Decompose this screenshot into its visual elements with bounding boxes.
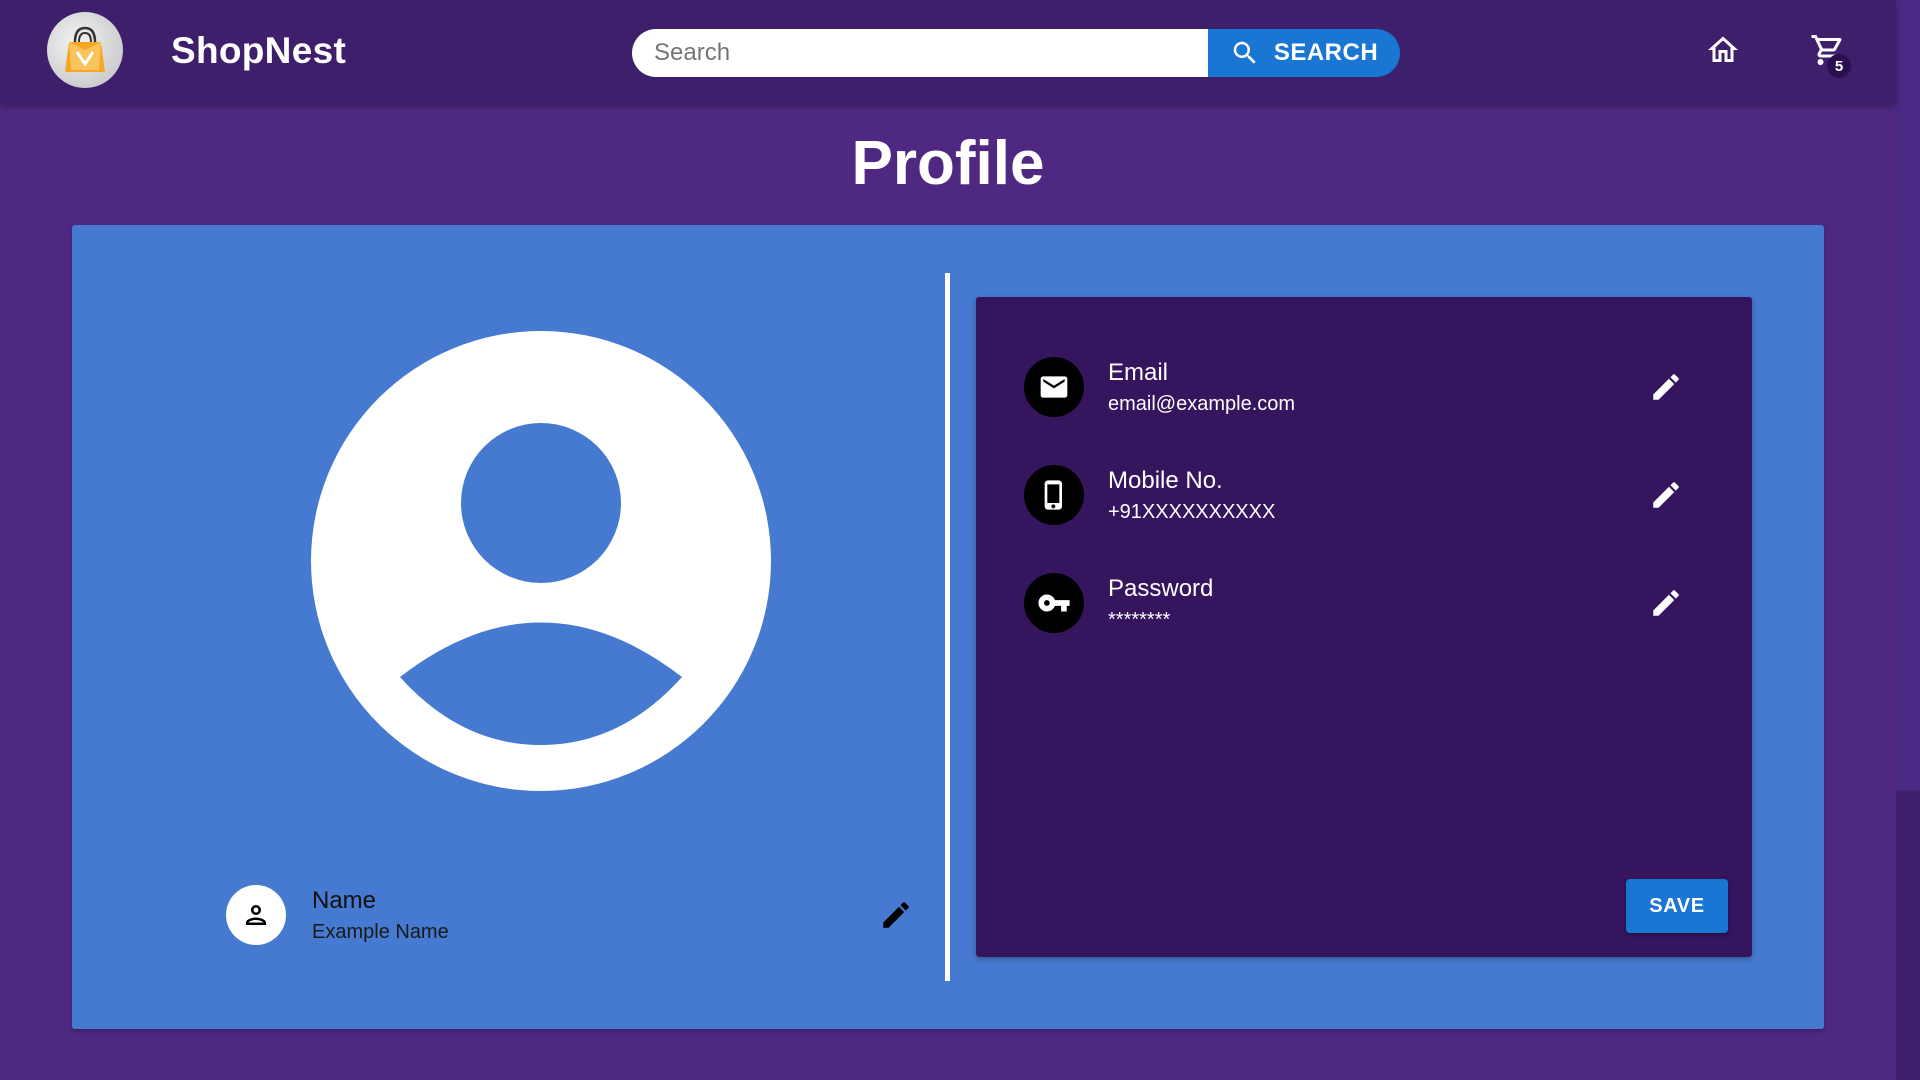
search-button[interactable]: SEARCH [1208, 29, 1400, 77]
account-circle-icon [311, 331, 771, 791]
pencil-icon [1653, 482, 1679, 508]
mobile-value: +91XXXXXXXXXX [1108, 501, 1276, 523]
edit-password-button[interactable] [1646, 583, 1686, 623]
mobile-label: Mobile No. [1108, 467, 1223, 494]
mobile-field: Mobile No. +91XXXXXXXXXX [1024, 465, 1714, 529]
email-field: Email email@example.com [1024, 357, 1714, 421]
contact-details-card: Email email@example.com Mobile No. +91XX… [976, 297, 1752, 957]
app-title[interactable]: ShopNest [171, 30, 346, 72]
search-button-label: SEARCH [1273, 39, 1379, 66]
search-input[interactable] [632, 29, 1208, 77]
password-field: Password ******** [1024, 573, 1714, 637]
name-label: Name [312, 887, 377, 914]
page-scrollbar[interactable] [1896, 0, 1920, 1080]
edit-mobile-button[interactable] [1646, 475, 1686, 515]
password-label: Password [1108, 575, 1214, 602]
name-field: Name Example Name [226, 885, 916, 949]
email-value: email@example.com [1108, 393, 1296, 415]
vertical-divider [945, 273, 950, 981]
name-value: Example Name [312, 921, 449, 943]
pencil-icon [1653, 590, 1679, 616]
pencil-icon [1653, 374, 1679, 400]
person-icon [226, 885, 286, 945]
page-title: Profile [851, 129, 1045, 198]
profile-card: Name Example Name Email email@example.co… [72, 225, 1824, 1029]
shopping-bag-logo-icon[interactable] [47, 12, 123, 88]
search-icon [1233, 41, 1256, 64]
search-bar: SEARCH [632, 29, 1400, 77]
pencil-icon [883, 902, 909, 928]
mail-icon [1024, 357, 1084, 417]
email-label: Email [1108, 359, 1169, 386]
app-bar: ShopNest SEARCH 5 [0, 0, 1896, 104]
scrollbar-thumb[interactable] [1896, 0, 1920, 790]
cart-count-badge: 5 [1827, 54, 1851, 78]
home-icon[interactable] [1705, 32, 1741, 68]
edit-email-button[interactable] [1646, 367, 1686, 407]
save-button[interactable]: SAVE [1626, 879, 1728, 933]
key-icon [1024, 573, 1084, 633]
edit-name-button[interactable] [876, 895, 916, 935]
smartphone-icon [1024, 465, 1084, 525]
password-value: ******** [1108, 609, 1171, 631]
